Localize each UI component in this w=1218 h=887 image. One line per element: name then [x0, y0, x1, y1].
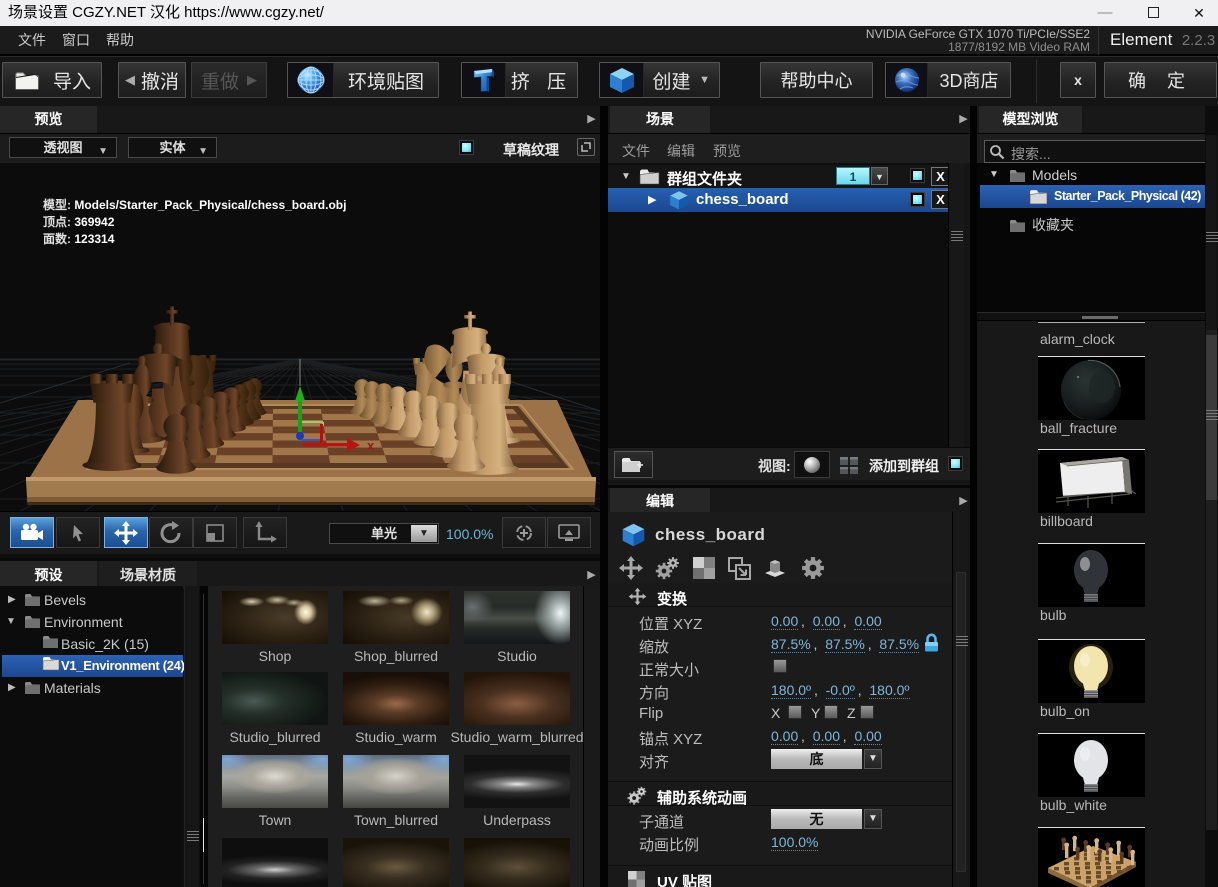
svg-text:面数: 123314: 面数: 123314 — [43, 231, 115, 246]
svg-text:x: x — [367, 438, 375, 453]
svg-text:顶点: 369942: 顶点: 369942 — [43, 214, 115, 229]
svg-text:模型: Models/Starter_Pack_Physic: 模型: Models/Starter_Pack_Physical/chess_b… — [43, 197, 346, 212]
